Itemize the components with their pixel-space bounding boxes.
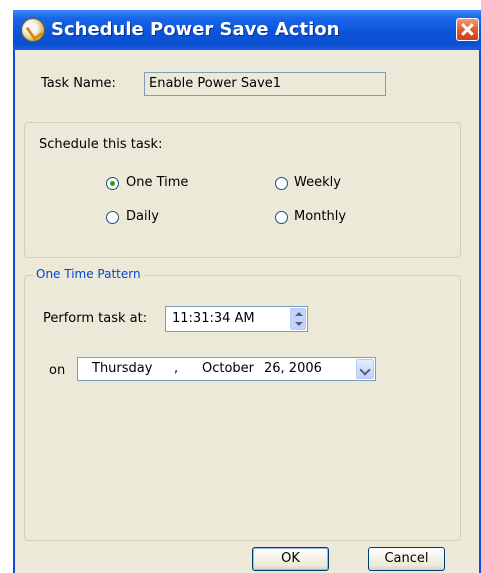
time-spinner[interactable] xyxy=(290,308,306,330)
schedule-group: Schedule this task: One Time Weekly Dail… xyxy=(24,122,461,258)
on-label: on xyxy=(49,363,66,378)
date-month[interactable]: October xyxy=(202,361,254,376)
pattern-group-title: One Time Pattern xyxy=(33,267,144,281)
date-day-year[interactable]: 26, 2006 xyxy=(264,361,322,376)
time-value[interactable]: 11:31:34 AM xyxy=(172,311,255,326)
one-time-pattern-group: One Time Pattern Perform task at: 11:31:… xyxy=(24,267,461,541)
power-save-icon xyxy=(21,18,45,42)
radio-one-time-label[interactable]: One Time xyxy=(126,175,188,190)
task-name-field[interactable]: Enable Power Save1 xyxy=(144,72,386,96)
radio-weekly-label[interactable]: Weekly xyxy=(294,175,341,190)
task-name-label: Task Name: xyxy=(41,76,116,91)
chevron-down-icon[interactable] xyxy=(356,359,374,379)
radio-daily[interactable] xyxy=(106,211,119,224)
spin-down-icon[interactable] xyxy=(295,322,303,326)
title-bar[interactable]: Schedule Power Save Action xyxy=(13,10,481,50)
perform-task-label: Perform task at: xyxy=(43,311,148,326)
radio-one-time[interactable] xyxy=(106,177,119,190)
window-title: Schedule Power Save Action xyxy=(51,19,340,40)
date-weekday[interactable]: Thursday xyxy=(92,361,152,376)
schedule-label: Schedule this task: xyxy=(39,137,163,152)
radio-daily-label[interactable]: Daily xyxy=(126,209,159,224)
radio-monthly-label[interactable]: Monthly xyxy=(294,209,346,224)
time-picker[interactable]: 11:31:34 AM xyxy=(165,306,308,332)
cancel-button[interactable]: Cancel xyxy=(368,547,445,571)
dialog-window: Schedule Power Save Action Task Name: En… xyxy=(13,10,481,573)
dialog-client: Task Name: Enable Power Save1 Schedule t… xyxy=(15,50,479,573)
radio-weekly[interactable] xyxy=(275,177,288,190)
close-icon[interactable] xyxy=(456,18,479,41)
date-picker[interactable]: Thursday , October 26, 2006 xyxy=(77,357,376,381)
spin-up-icon[interactable] xyxy=(295,312,303,316)
date-separator: , xyxy=(174,361,179,376)
radio-monthly[interactable] xyxy=(275,211,288,224)
ok-button[interactable]: OK xyxy=(252,547,329,571)
